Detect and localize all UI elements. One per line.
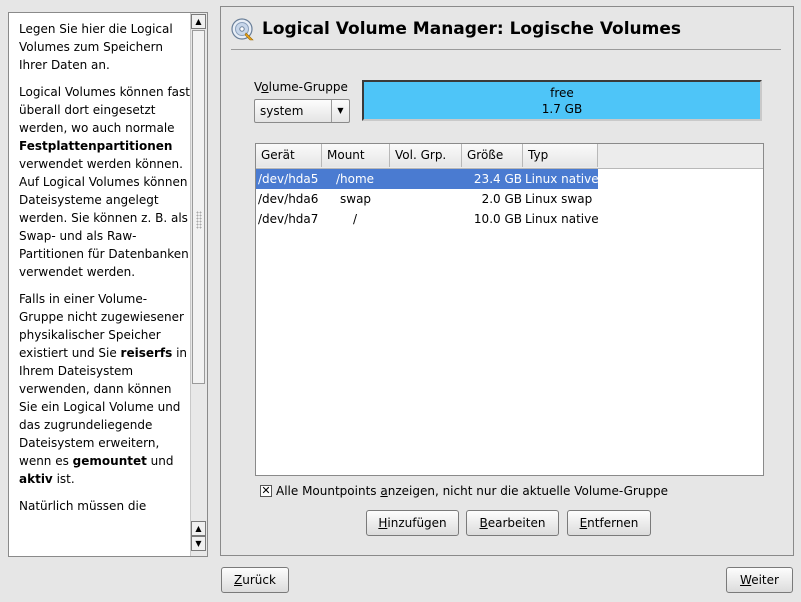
cell-device: /dev/hda5 bbox=[258, 172, 319, 186]
arrow-up-icon: ▲ bbox=[195, 17, 202, 26]
col-header-type[interactable]: Typ bbox=[523, 144, 598, 167]
cell-size: 23.4 GB bbox=[473, 172, 522, 186]
chevron-down-icon: ▼ bbox=[331, 100, 349, 122]
help-text-run: und bbox=[146, 454, 174, 468]
cell-device: /dev/hda7 bbox=[258, 212, 319, 226]
volume-group-label: Volume-Gruppe bbox=[254, 80, 348, 94]
table-row[interactable]: /dev/hda7 / 10.0 GB Linux native bbox=[256, 209, 599, 229]
help-text-run: ist. bbox=[52, 472, 75, 486]
cell-mount: swap bbox=[340, 192, 372, 206]
lvm-disk-icon bbox=[231, 18, 254, 41]
grip-icon bbox=[196, 211, 202, 229]
help-paragraph: Falls in einer Volume-Gruppe nicht zugew… bbox=[19, 290, 191, 488]
help-panel: Legen Sie hier die Logical Volumes zum S… bbox=[8, 12, 208, 557]
scroll-thumb[interactable] bbox=[192, 30, 205, 384]
remove-button[interactable]: Entfernen bbox=[567, 510, 651, 536]
help-paragraph: Natürlich müssen die bbox=[19, 497, 191, 515]
cell-device: /dev/hda6 bbox=[258, 192, 319, 206]
help-text-run: Legen Sie hier die Logical Volumes zum S… bbox=[19, 22, 173, 72]
add-button[interactable]: Hinzufügen bbox=[366, 510, 459, 536]
help-bold-text: reiserfs bbox=[120, 346, 173, 360]
cell-mount: /home bbox=[336, 172, 375, 186]
scroll-up-button[interactable]: ▲ bbox=[191, 14, 206, 29]
cell-mount: / bbox=[353, 212, 358, 226]
main-panel: Logical Volume Manager: Logische Volumes… bbox=[220, 6, 794, 556]
cell-type: Linux native bbox=[525, 212, 599, 226]
edit-button[interactable]: Bearbeiten bbox=[466, 510, 559, 536]
col-header-volgrp[interactable]: Vol. Grp. bbox=[390, 144, 462, 167]
free-label: free bbox=[550, 86, 574, 100]
help-text-run: Natürlich müssen die bbox=[19, 499, 147, 513]
cell-type: Linux swap bbox=[525, 192, 593, 206]
cell-size: 10.0 GB bbox=[473, 212, 522, 226]
col-header-mount[interactable]: Mount bbox=[322, 144, 390, 167]
title-row: Logical Volume Manager: Logische Volumes bbox=[231, 16, 781, 44]
back-button[interactable]: Zurück bbox=[221, 567, 289, 593]
volume-group-value: system bbox=[260, 104, 304, 118]
scroll-down-button[interactable]: ▼ bbox=[191, 536, 206, 551]
volume-group-select[interactable]: system ▼ bbox=[254, 99, 350, 123]
help-bold-text: Festplattenpartitionen bbox=[19, 139, 173, 153]
table-row[interactable]: /dev/hda6 swap 2.0 GB Linux swap bbox=[256, 189, 598, 209]
show-all-mountpoints-label[interactable]: Alle Mountpoints anzeigen, nicht nur die… bbox=[276, 484, 668, 498]
help-paragraph: Logical Volumes können fast überall dort… bbox=[19, 83, 191, 281]
checkmark-icon: ✕ bbox=[261, 484, 271, 497]
table-header: Gerät Mount Vol. Grp. Größe Typ bbox=[256, 144, 763, 169]
free-space-indicator: free 1.7 GB bbox=[362, 80, 762, 121]
arrow-up-icon: ▲ bbox=[195, 524, 202, 533]
help-bold-text: aktiv bbox=[19, 472, 53, 486]
help-text-run: in Ihrem Dateisystem verwenden, dann kön… bbox=[19, 346, 188, 468]
arrow-down-icon: ▼ bbox=[195, 539, 202, 548]
next-button[interactable]: Weiter bbox=[726, 567, 793, 593]
title-separator bbox=[231, 49, 781, 50]
scroll-up-button-bottom[interactable]: ▲ bbox=[191, 521, 206, 536]
col-header-size[interactable]: Größe bbox=[462, 144, 523, 167]
help-scrollbar[interactable]: ▲ ▲ ▼ bbox=[190, 13, 207, 556]
help-text-run: verwendet werden können. Auf Logical Vol… bbox=[19, 157, 189, 279]
cell-size: 2.0 GB bbox=[481, 192, 522, 206]
cell-type: Linux native bbox=[525, 172, 599, 186]
col-header-device[interactable]: Gerät bbox=[256, 144, 322, 167]
help-bold-text: gemountet bbox=[72, 454, 147, 468]
help-text-run: Logical Volumes können fast überall dort… bbox=[19, 85, 190, 135]
page-title: Logical Volume Manager: Logische Volumes bbox=[262, 19, 682, 39]
volume-table[interactable]: Gerät Mount Vol. Grp. Größe Typ /dev/hda… bbox=[255, 143, 764, 476]
show-all-mountpoints-checkbox[interactable]: ✕ bbox=[260, 485, 272, 497]
help-paragraph: Legen Sie hier die Logical Volumes zum S… bbox=[19, 20, 191, 74]
help-text: Legen Sie hier die Logical Volumes zum S… bbox=[19, 20, 191, 524]
table-row[interactable]: /dev/hda5 /home 23.4 GB Linux native bbox=[256, 169, 599, 189]
free-value: 1.7 GB bbox=[541, 102, 583, 116]
